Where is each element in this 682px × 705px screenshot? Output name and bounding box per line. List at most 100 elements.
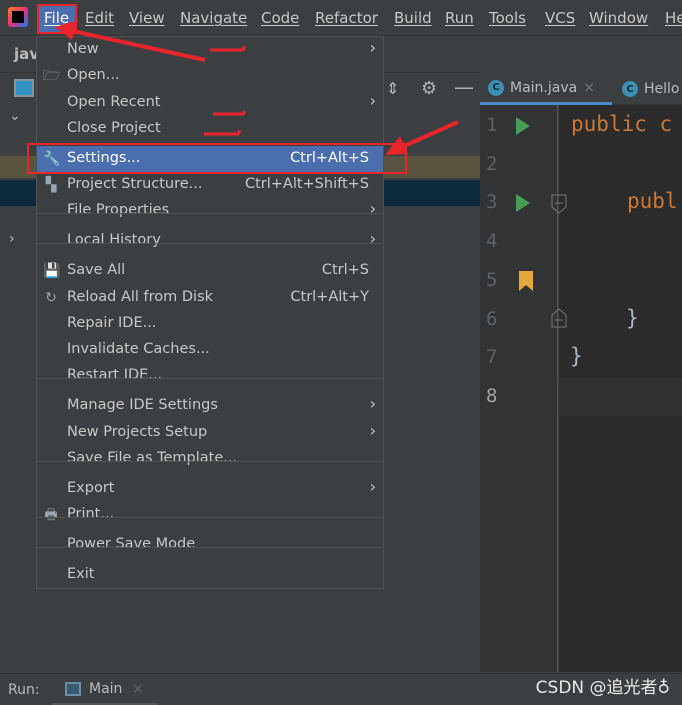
code-line: publ bbox=[627, 189, 678, 214]
menu-code[interactable]: Code bbox=[261, 9, 299, 27]
menu-navigate[interactable]: Navigate bbox=[180, 9, 247, 27]
menu-item-label: Settings... bbox=[67, 150, 141, 166]
menu-item-shortcut: Ctrl+S bbox=[321, 262, 369, 278]
menu-item-print[interactable]: 🖶 Print... bbox=[37, 502, 383, 528]
menu-item-label: Repair IDE... bbox=[67, 315, 157, 331]
chevron-right-icon: › bbox=[369, 38, 376, 57]
menu-view[interactable]: View bbox=[129, 9, 165, 27]
menu-item-label: Invalidate Caches... bbox=[67, 341, 210, 357]
minimize-icon[interactable]: — bbox=[454, 75, 474, 99]
menu-item-label: New Projects Setup bbox=[67, 424, 208, 440]
menu-item-restart-ide[interactable]: Restart IDE... bbox=[37, 363, 383, 389]
gutter-icons bbox=[516, 117, 567, 328]
menu-build[interactable]: Build bbox=[394, 9, 432, 27]
menu-item-label: Restart IDE... bbox=[67, 367, 163, 383]
code-line: public c bbox=[571, 112, 673, 136]
menu-item-repair-ide[interactable]: Repair IDE... bbox=[37, 311, 383, 337]
menu-vcs[interactable]: VCS bbox=[545, 9, 575, 27]
bookmark-icon[interactable] bbox=[519, 271, 533, 291]
menu-separator bbox=[37, 517, 383, 518]
chevron-right-icon[interactable]: › bbox=[9, 231, 15, 247]
close-icon[interactable]: × bbox=[132, 681, 144, 697]
run-icon[interactable] bbox=[516, 117, 530, 135]
menu-item-manage-ide-settings[interactable]: Manage IDE Settings › bbox=[37, 393, 383, 419]
intellij-logo-icon bbox=[8, 7, 28, 27]
menu-item-save-file-as-template[interactable]: Save File as Template... bbox=[37, 446, 383, 472]
panel-icon bbox=[14, 79, 34, 97]
run-tab-main[interactable]: Main × bbox=[52, 674, 158, 705]
menu-item-export[interactable]: Export › bbox=[37, 476, 383, 502]
menu-file[interactable]: File bbox=[44, 9, 69, 27]
menu-separator bbox=[37, 378, 383, 379]
folder-icon: 🗁 bbox=[43, 68, 61, 84]
menu-window[interactable]: Window bbox=[589, 9, 648, 27]
chevron-right-icon: › bbox=[369, 394, 376, 413]
menu-item-label: Reload All from Disk bbox=[67, 289, 214, 305]
menu-item-close-project[interactable]: Close Project bbox=[37, 116, 383, 142]
menu-item-label: Exit bbox=[67, 566, 95, 582]
chevron-right-icon: › bbox=[369, 91, 376, 110]
chevron-right-icon: › bbox=[369, 229, 376, 248]
fold-icon bbox=[551, 308, 567, 328]
file-menu: New › 🗁 Open... Open Recent › Close Project 🔧 Se… bbox=[36, 36, 384, 589]
watermark: CSDN @追光者♁ bbox=[535, 678, 670, 698]
reload-icon: ↻ bbox=[45, 290, 57, 306]
menu-run[interactable]: Run bbox=[445, 9, 474, 27]
menu-item-label: Close Project bbox=[67, 120, 161, 136]
close-icon[interactable]: × bbox=[583, 80, 595, 96]
tab-main-java[interactable]: C Main.java × bbox=[480, 73, 612, 105]
menu-item-new[interactable]: New › bbox=[37, 37, 383, 63]
menu-item-label: Manage IDE Settings bbox=[67, 397, 218, 413]
class-icon: C bbox=[488, 79, 504, 96]
menu-separator bbox=[37, 461, 383, 462]
menu-item-shortcut: Ctrl+Alt+Y bbox=[290, 289, 369, 305]
chevron-right-icon: › bbox=[369, 421, 376, 440]
menu-separator bbox=[37, 213, 383, 214]
menu-item-label: Power Save Mode bbox=[67, 536, 196, 552]
menu-item-invalidate-caches[interactable]: Invalidate Caches... bbox=[37, 337, 383, 363]
menu-item-label: Project Structure... bbox=[67, 176, 203, 192]
menu-separator bbox=[37, 243, 383, 244]
tab-label: Main.java bbox=[510, 79, 578, 96]
menu-item-power-save-mode[interactable]: Power Save Mode bbox=[37, 532, 383, 558]
editor-tabs: C Main.java × C Hello bbox=[480, 73, 682, 105]
tab-hello[interactable]: C Hello bbox=[614, 73, 682, 105]
menu-item-exit[interactable]: Exit bbox=[37, 562, 383, 588]
menu-item-open[interactable]: 🗁 Open... bbox=[37, 63, 383, 89]
chevron-down-icon[interactable]: ⌄ bbox=[9, 108, 21, 124]
chevron-right-icon: › bbox=[369, 199, 376, 218]
run-icon[interactable] bbox=[516, 194, 530, 212]
console-icon bbox=[65, 682, 81, 696]
menu-item-label: File Properties bbox=[67, 202, 170, 218]
menu-item-label: Export bbox=[67, 480, 115, 496]
menu-item-save-all[interactable]: 💾 Save All Ctrl+S bbox=[37, 258, 383, 284]
menu-item-new-projects-setup[interactable]: New Projects Setup › bbox=[37, 420, 383, 446]
menu-refactor[interactable]: Refactor bbox=[315, 9, 378, 27]
run-tab-label: Main bbox=[89, 681, 123, 697]
menu-item-reload-all-from-disk[interactable]: ↻ Reload All from Disk Ctrl+Alt+Y bbox=[37, 285, 383, 311]
gear-icon[interactable]: ⚙ bbox=[421, 78, 437, 99]
menu-item-label: Local History bbox=[67, 232, 161, 248]
menu-edit[interactable]: Edit bbox=[85, 9, 114, 27]
menu-item-local-history[interactable]: Local History › bbox=[37, 228, 383, 254]
collapse-icon[interactable]: ⇕ bbox=[386, 79, 399, 98]
menu-item-shortcut: Ctrl+Alt+Shift+S bbox=[244, 176, 369, 192]
print-icon: 🖶 bbox=[44, 507, 58, 523]
menu-item-label: New bbox=[67, 41, 99, 57]
menu-item-label: Open Recent bbox=[67, 94, 161, 110]
menu-item-open-recent[interactable]: Open Recent › bbox=[37, 90, 383, 116]
menu-item-label: Open... bbox=[67, 67, 120, 83]
menu-item-label: Save All bbox=[67, 262, 126, 278]
menu-item-file-properties[interactable]: File Properties › bbox=[37, 198, 383, 224]
menu-item-project-structure[interactable]: ▚ Project Structure... Ctrl+Alt+Shift+S bbox=[37, 172, 383, 198]
menu-item-label: Print... bbox=[67, 506, 115, 522]
code-line: } bbox=[570, 344, 583, 369]
menu-he[interactable]: He bbox=[665, 9, 682, 27]
menu-tools[interactable]: Tools bbox=[489, 9, 526, 27]
fold-icon bbox=[551, 194, 567, 214]
tab-label: Hello bbox=[644, 81, 680, 97]
project-structure-icon: ▚ bbox=[45, 177, 57, 193]
menu-separator bbox=[37, 547, 383, 548]
code-line: } bbox=[626, 305, 639, 330]
menu-item-settings[interactable]: 🔧 Settings... Ctrl+Alt+S bbox=[37, 146, 383, 172]
